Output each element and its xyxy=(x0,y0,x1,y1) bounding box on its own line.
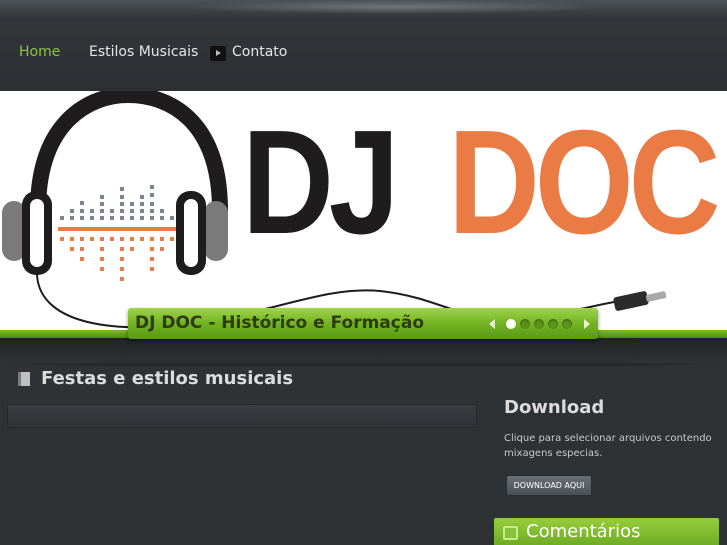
slider-dot-5[interactable] xyxy=(562,319,572,329)
comments-title: Comentários xyxy=(526,521,641,542)
nav-item-estilos-musicais[interactable]: Estilos Musicais xyxy=(89,44,198,60)
slide-caption-bar: DJ DOC - Histórico e Formação xyxy=(128,308,598,339)
nav-item-home[interactable]: Home xyxy=(19,44,60,60)
section-title: Festas e estilos musicais xyxy=(41,368,294,389)
logo-dj-text: DJ xyxy=(242,100,400,265)
slide-caption[interactable]: DJ DOC - Histórico e Formação xyxy=(135,313,424,333)
slider-dot-3[interactable] xyxy=(534,319,544,329)
banner-slide[interactable]: DJ DOC xyxy=(0,91,727,331)
nav-item-contato[interactable]: Contato xyxy=(232,44,287,60)
logo-doc-text: DOC xyxy=(448,100,721,265)
comments-header: Comentários xyxy=(494,518,719,545)
slider-next-icon[interactable] xyxy=(584,319,590,329)
document-icon xyxy=(18,372,30,386)
banner-shadow xyxy=(0,338,727,362)
slider-dot-4[interactable] xyxy=(548,319,558,329)
nav-arrow-icon xyxy=(210,46,226,61)
download-button[interactable]: DOWNLOAD AQUI xyxy=(506,475,592,496)
download-title: Download xyxy=(504,397,605,418)
section-divider xyxy=(0,363,727,366)
top-band xyxy=(0,0,727,20)
comments-icon xyxy=(503,526,518,540)
slider-dot-1[interactable] xyxy=(506,319,516,329)
slider-dot-2[interactable] xyxy=(520,319,530,329)
download-description: Clique para selecionar arquivos contendo… xyxy=(504,433,712,459)
slider-prev-icon[interactable] xyxy=(489,319,495,329)
content-panel xyxy=(7,404,477,428)
